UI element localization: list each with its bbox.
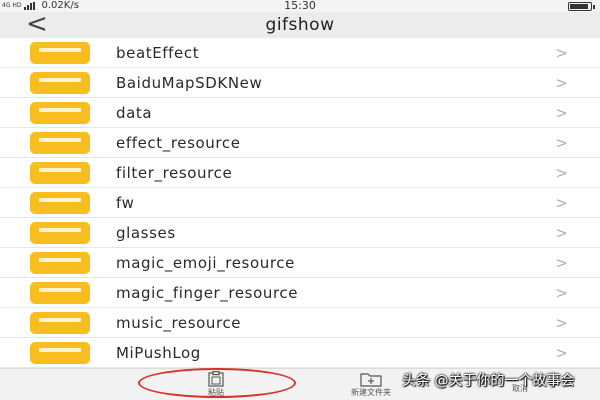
folder-name: filter_resource	[116, 164, 233, 182]
folder-name: MiPushLog	[116, 344, 201, 362]
folder-name: beatEffect	[116, 44, 200, 62]
new-folder-icon	[360, 373, 382, 387]
folder-name: music_resource	[116, 314, 242, 332]
chevron-right-icon: >	[555, 254, 568, 272]
folder-name: effect_resource	[116, 134, 241, 152]
battery-icon	[568, 2, 595, 11]
chevron-right-icon: >	[555, 314, 568, 332]
list-item[interactable]: magic_emoji_resource >	[0, 248, 600, 278]
chevron-right-icon: >	[555, 344, 568, 362]
folder-name: magic_finger_resource	[116, 284, 299, 302]
list-item[interactable]: music_resource >	[0, 308, 600, 338]
page-title: gifshow	[265, 15, 335, 35]
folder-icon	[30, 162, 90, 184]
folder-name: magic_emoji_resource	[116, 254, 295, 272]
chevron-right-icon: >	[555, 104, 568, 122]
chevron-right-icon: >	[555, 74, 568, 92]
title-bar: < gifshow	[0, 11, 600, 38]
list-item[interactable]: magic_finger_resource >	[0, 278, 600, 308]
chevron-right-icon: >	[555, 194, 568, 212]
status-time: 15:30	[284, 0, 316, 12]
list-item[interactable]: glasses >	[0, 218, 600, 248]
folder-icon	[30, 222, 90, 244]
chevron-right-icon: >	[555, 284, 568, 302]
folder-icon	[30, 72, 90, 94]
new-folder-label: 新建文件夹	[351, 388, 391, 397]
chevron-right-icon: >	[555, 44, 568, 62]
folder-icon	[30, 342, 90, 364]
folder-icon	[30, 282, 90, 304]
folder-name: fw	[116, 194, 135, 212]
list-item[interactable]: beatEffect >	[0, 38, 600, 68]
folder-icon	[30, 102, 90, 124]
highlight-circle	[138, 368, 296, 398]
status-bar: 4G HD 0.02K/s 15:30	[0, 0, 600, 12]
watermark: 头条 @关于你的一个故事会	[402, 373, 575, 389]
list-item[interactable]: BaiduMapSDKNew >	[0, 68, 600, 98]
chevron-right-icon: >	[555, 164, 568, 182]
folder-icon	[30, 312, 90, 334]
chevron-right-icon: >	[555, 224, 568, 242]
folder-name: data	[116, 104, 153, 122]
list-item[interactable]: effect_resource >	[0, 128, 600, 158]
list-item[interactable]: filter_resource >	[0, 158, 600, 188]
chevron-right-icon: >	[555, 134, 568, 152]
folder-icon	[30, 132, 90, 154]
list-item[interactable]: MiPushLog >	[0, 338, 600, 368]
folder-name: BaiduMapSDKNew	[116, 74, 263, 92]
list-item[interactable]: data >	[0, 98, 600, 128]
new-folder-button[interactable]: 新建文件夹	[340, 371, 402, 398]
folder-list: beatEffect > BaiduMapSDKNew > data > eff…	[0, 38, 600, 368]
folder-name: glasses	[116, 224, 176, 242]
folder-icon	[30, 252, 90, 274]
list-item[interactable]: fw >	[0, 188, 600, 218]
folder-icon	[30, 42, 90, 64]
folder-icon	[30, 192, 90, 214]
